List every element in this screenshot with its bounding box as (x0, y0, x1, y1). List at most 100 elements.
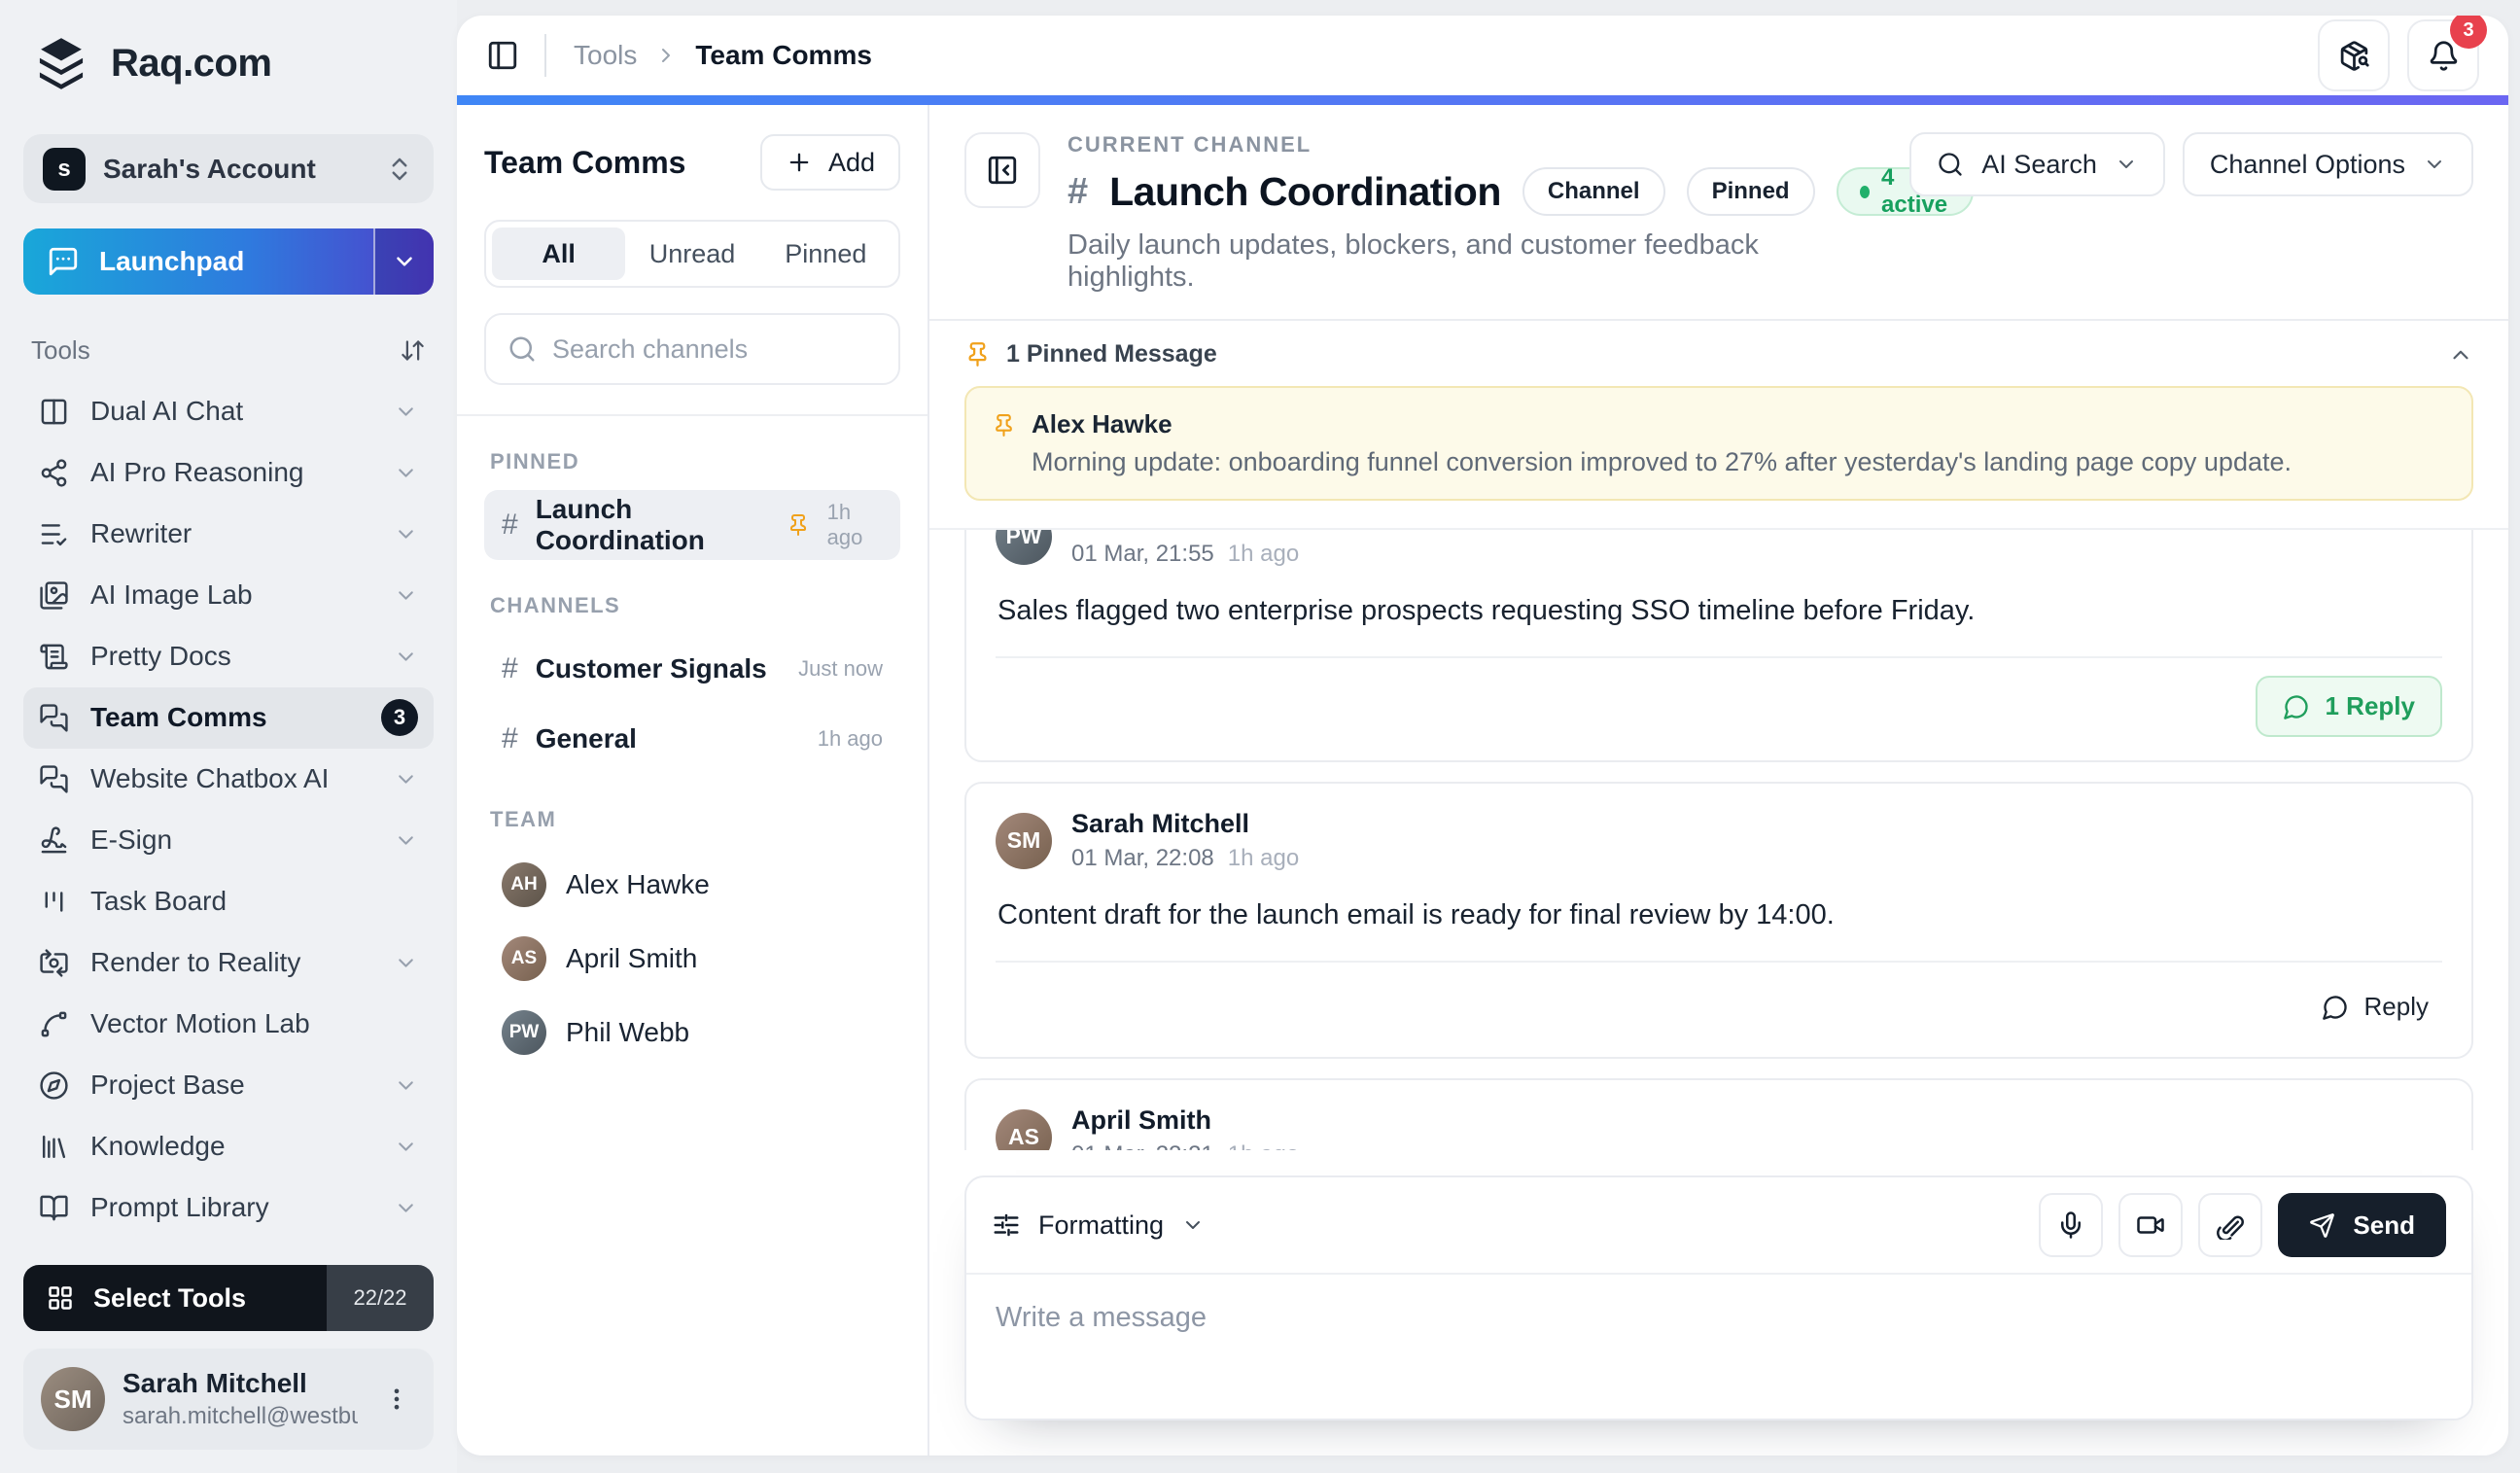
user-menu-button[interactable] (375, 1378, 418, 1420)
sort-arrows-icon[interactable] (400, 337, 426, 364)
collapse-panel-button[interactable] (964, 132, 1040, 208)
tab-all[interactable]: All (492, 228, 625, 280)
launchpad-main[interactable]: Launchpad (23, 228, 373, 295)
sidebar-item-team-comms[interactable]: Team Comms 3 (23, 687, 434, 749)
message-square-icon (47, 245, 80, 278)
thread-replies-button[interactable]: 1 Reply (2256, 676, 2443, 737)
sidebar-item-project-base[interactable]: Project Base (23, 1055, 434, 1116)
columns-icon (39, 397, 69, 427)
sidebar-item-ai-image-lab[interactable]: AI Image Lab (23, 565, 434, 626)
team-member-phil-webb[interactable]: PW Phil Webb (484, 996, 900, 1070)
sidebar-item-task-board[interactable]: Task Board (23, 871, 434, 932)
panel-toggle-button[interactable] (486, 39, 519, 72)
message-header: SM Sarah Mitchell 01 Mar, 22:08 1h ago (996, 809, 2442, 872)
user-card[interactable]: SM Sarah Mitchell sarah.mitchell@westbur… (23, 1349, 434, 1450)
breadcrumb-root[interactable]: Tools (574, 40, 637, 71)
search-input[interactable] (552, 334, 896, 365)
sidebar-item-ai-pro-reasoning[interactable]: AI Pro Reasoning (23, 442, 434, 504)
online-dot (1860, 186, 1870, 198)
layers-logo-icon (31, 33, 91, 93)
user-meta: Sarah Mitchell sarah.mitchell@westbur... (122, 1368, 358, 1430)
member-avatar: AH (502, 862, 546, 907)
message-text: Sales flagged two enterprise prospects r… (998, 595, 2440, 627)
team-member-alex-hawke[interactable]: AH Alex Hawke (484, 848, 900, 922)
chevron-down-icon (1181, 1213, 1205, 1237)
sidebar-item-vector-motion-lab[interactable]: Vector Motion Lab (23, 994, 434, 1055)
sidebar-item-form-builder[interactable]: Form Builder (23, 1239, 434, 1253)
account-switcher[interactable]: s Sarah's Account (23, 134, 434, 203)
message-input[interactable] (966, 1275, 2471, 1419)
launchpad-caret-button[interactable] (373, 228, 434, 295)
select-tools-button[interactable]: Select Tools 22/22 (23, 1265, 434, 1331)
channel-title-row: # Launch Coordination Channel Pinned 4 a… (1068, 167, 1882, 216)
video-record-button[interactable] (2118, 1193, 2183, 1257)
notifications-button[interactable]: 3 (2407, 19, 2479, 91)
sidebar-item-pretty-docs[interactable]: Pretty Docs (23, 626, 434, 687)
sidebar-item-prompt-library[interactable]: Prompt Library (23, 1177, 434, 1239)
chevron-right-icon (654, 44, 678, 67)
main-area: Tools Team Comms 3 Te (457, 0, 2520, 1473)
pinned-section-label: PINNED (490, 449, 894, 474)
tab-pinned[interactable]: Pinned (759, 228, 892, 280)
chevron-down-icon (2423, 153, 2446, 176)
sidebar-item-website-chatbox-ai[interactable]: Website Chatbox AI (23, 749, 434, 810)
spline-icon (39, 1009, 69, 1039)
chevron-down-icon (394, 1135, 418, 1159)
channel-options-button[interactable]: Channel Options (2183, 132, 2473, 196)
message-meta: 01 Mar, 22:21 1h ago (1071, 1141, 1299, 1150)
message-meta: 01 Mar, 21:55 1h ago (1071, 541, 1299, 568)
hash-icon: # (1068, 171, 1088, 213)
pinned-message-body: Alex Hawke Morning update: onboarding fu… (1032, 409, 2292, 477)
panel-divider (457, 414, 928, 416)
images-icon (39, 580, 69, 611)
notification-badge: 3 (2450, 16, 2487, 49)
ai-search-button[interactable]: AI Search (1909, 132, 2165, 196)
pinned-message-section: 1 Pinned Message Alex Hawke Morni (929, 321, 2508, 530)
pinned-message-card[interactable]: Alex Hawke Morning update: onboarding fu… (964, 386, 2473, 501)
channel-header-info: CURRENT CHANNEL # Launch Coordination Ch… (1068, 132, 1882, 294)
team-member-april-smith[interactable]: AS April Smith (484, 922, 900, 996)
breadcrumb-current: Team Comms (695, 40, 872, 71)
channel-filter-tabs: All Unread Pinned (484, 220, 900, 288)
messages-square-icon (39, 703, 69, 733)
topbar: Tools Team Comms 3 (457, 16, 2508, 95)
pin-icon (992, 413, 1016, 477)
reply-button[interactable]: Reply (2308, 980, 2442, 1034)
attachment-button[interactable] (2198, 1193, 2262, 1257)
channel-search[interactable] (484, 313, 900, 385)
channel-description: Daily launch updates, blockers, and cust… (1068, 229, 1882, 294)
plus-icon (786, 149, 813, 176)
launchpad-button[interactable]: Launchpad (23, 228, 434, 295)
chevron-up-icon[interactable] (2448, 342, 2473, 368)
user-email: sarah.mitchell@westbur... (122, 1403, 358, 1430)
account-name: Sarah's Account (103, 154, 368, 185)
add-channel-button[interactable]: Add (760, 134, 900, 191)
formatting-menu-button[interactable]: Formatting (992, 1210, 1205, 1241)
sidebar: Raq.com s Sarah's Account Launchpad Tool… (0, 0, 457, 1473)
sidebar-item-render-to-reality[interactable]: Render to Reality (23, 932, 434, 994)
voice-record-button[interactable] (2039, 1193, 2103, 1257)
channel-row-launch-coordination[interactable]: # Launch Coordination 1h ago (484, 490, 900, 560)
sidebar-item-dual-ai-chat[interactable]: Dual AI Chat (23, 381, 434, 442)
sidebar-item-rewriter[interactable]: Rewriter (23, 504, 434, 565)
composer-toolbar: Formatting (966, 1177, 2471, 1273)
chevrons-up-down-icon (385, 155, 414, 184)
tab-unread[interactable]: Unread (625, 228, 758, 280)
message-card: AS April Smith 01 Mar, 22:21 1h ago Supp… (964, 1078, 2473, 1150)
message-header: AS April Smith 01 Mar, 22:21 1h ago (996, 1105, 2442, 1150)
select-tools-main: Select Tools (23, 1265, 327, 1331)
message-list[interactable]: PW Phil Webb 01 Mar, 21:55 1h ago Sales … (929, 530, 2508, 1150)
channel-row-customer-signals[interactable]: # Customer Signals Just now (484, 634, 900, 704)
package-search-button[interactable] (2318, 19, 2390, 91)
channels-section-label: CHANNELS (490, 593, 894, 618)
sidebar-item-e-sign[interactable]: E-Sign (23, 810, 434, 871)
chevron-down-icon (394, 583, 418, 608)
sidebar-item-knowledge[interactable]: Knowledge (23, 1116, 434, 1177)
send-icon (2309, 1212, 2335, 1239)
send-button[interactable]: Send (2278, 1193, 2446, 1257)
grid-icon (47, 1284, 74, 1312)
chevron-down-icon (394, 645, 418, 669)
channel-row-general[interactable]: # General 1h ago (484, 704, 900, 774)
tools-title: Tools (31, 335, 90, 366)
tools-nav: Dual AI Chat AI Pro Reasoning Rewriter A… (23, 381, 434, 1253)
